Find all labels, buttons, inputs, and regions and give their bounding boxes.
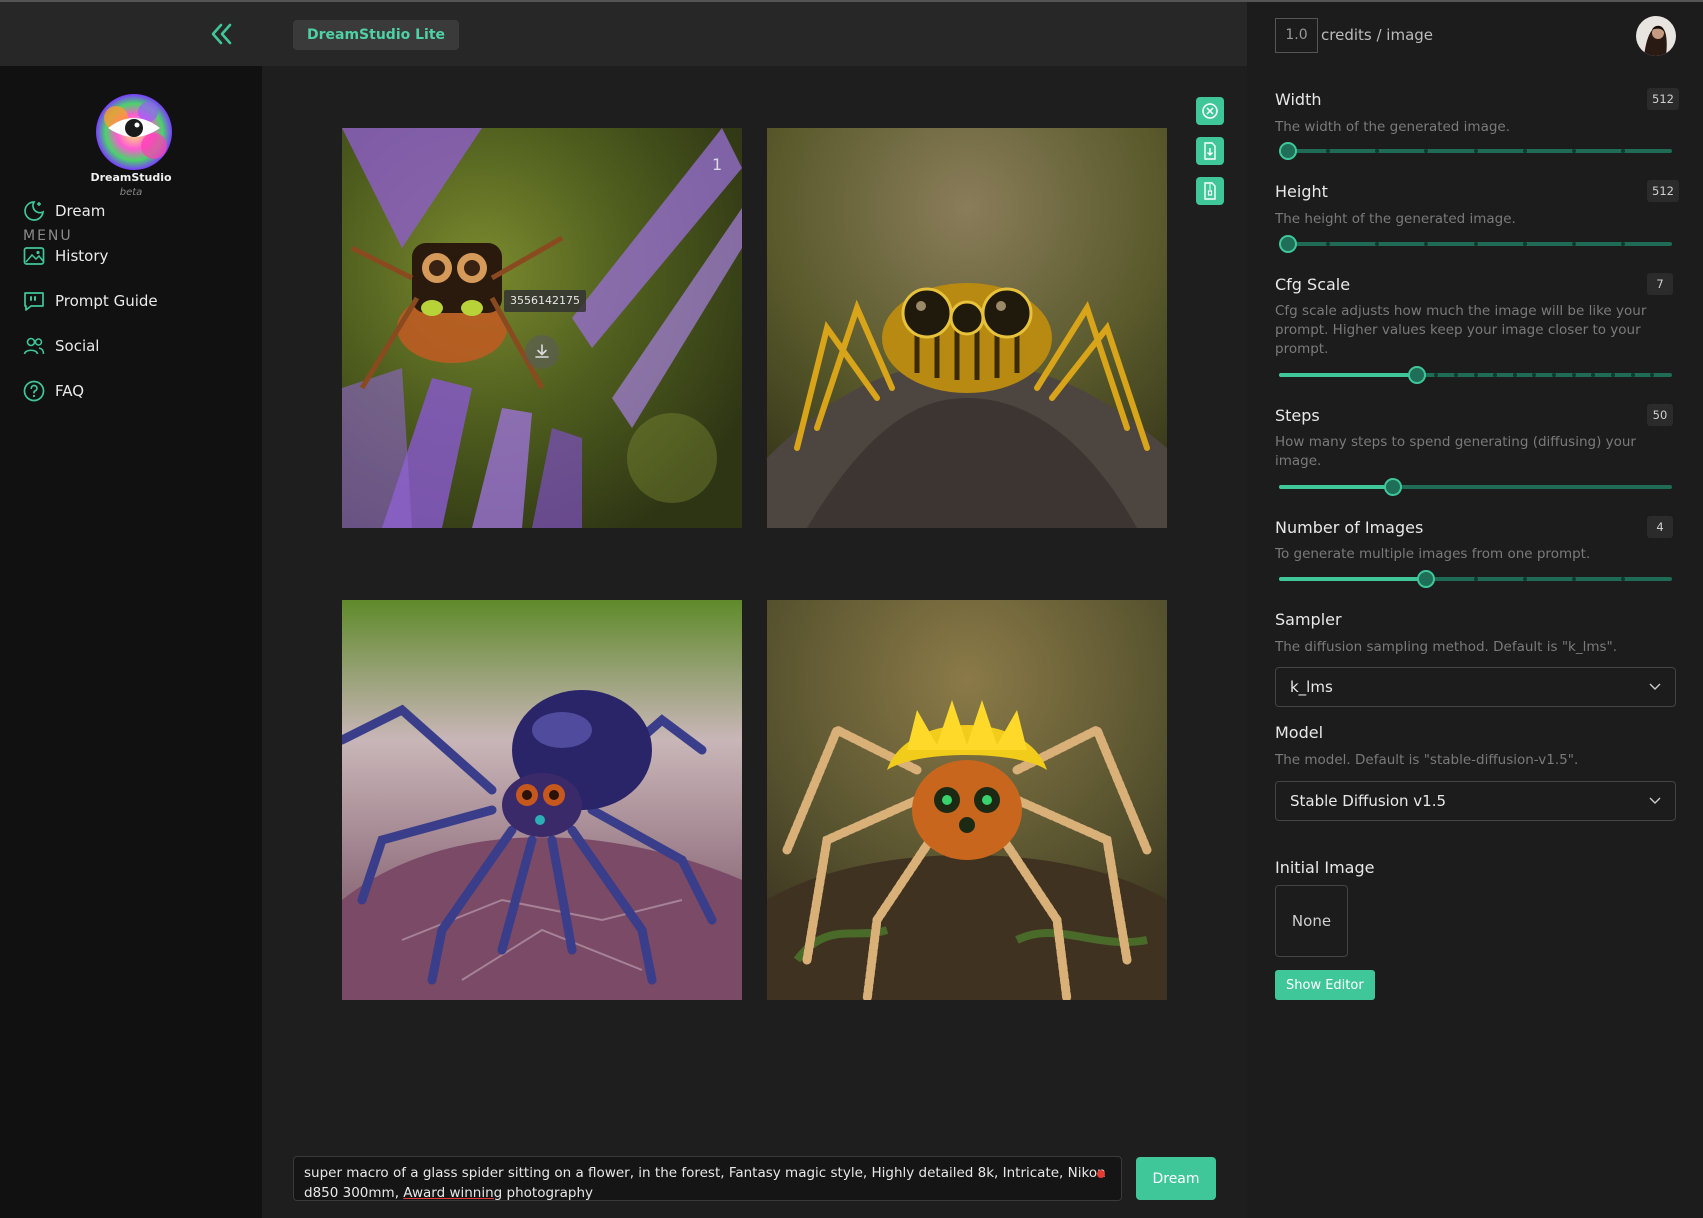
dream-button[interactable]: Dream: [1136, 1157, 1216, 1200]
width-slider[interactable]: [1279, 142, 1672, 160]
slider-tick: [1522, 242, 1527, 246]
prompt-input[interactable]: super macro of a glass spider sitting on…: [293, 1156, 1122, 1201]
cfg-scale-label: Cfg Scale: [1275, 275, 1351, 294]
svg-text:1: 1: [712, 155, 722, 174]
sidebar: DreamStudio beta MENU Dream History Prom…: [0, 66, 262, 1218]
height-value: 512: [1647, 180, 1679, 202]
sidebar-item-social[interactable]: Social: [22, 331, 99, 361]
slider-tick: [1630, 373, 1635, 377]
sidebar-item-label: Prompt Guide: [55, 292, 158, 310]
moon-stars-icon: [24, 201, 45, 221]
slider-tick: [1571, 149, 1576, 153]
image-gallery-icon: [23, 247, 45, 265]
zip-file-icon[interactable]: [1196, 177, 1224, 205]
generated-image-2[interactable]: [767, 128, 1167, 528]
generated-image-4[interactable]: [767, 600, 1167, 1000]
sidebar-item-dream[interactable]: Dream: [22, 196, 105, 226]
quote-bubble-icon: [24, 292, 44, 311]
sidebar-item-label: History: [55, 247, 109, 265]
sampler-select[interactable]: k_lms: [1275, 667, 1676, 707]
steps-label: Steps: [1275, 406, 1320, 425]
steps-value: 50: [1647, 404, 1673, 426]
slider-tick: [1571, 373, 1576, 377]
slider-tick: [1571, 242, 1576, 246]
initial-image-dropzone[interactable]: None: [1275, 885, 1348, 957]
number-of-images-value: 4: [1647, 516, 1673, 538]
model-selected-value: Stable Diffusion v1.5: [1290, 792, 1447, 810]
download-file-icon[interactable]: [1196, 137, 1224, 165]
height-slider[interactable]: [1279, 235, 1672, 253]
slider-thumb[interactable]: [1383, 478, 1402, 496]
model-select[interactable]: Stable Diffusion v1.5: [1275, 781, 1676, 821]
slider-thumb[interactable]: [1279, 235, 1297, 253]
number-of-images-description: To generate multiple images from one pro…: [1275, 546, 1591, 562]
steps-description: How many steps to spend generating (diff…: [1275, 434, 1636, 469]
seed-tooltip: 3556142175: [504, 290, 586, 312]
collapse-sidebar-icon[interactable]: [208, 22, 236, 46]
slider-tick: [1473, 242, 1478, 246]
chevron-down-icon: [1649, 797, 1661, 804]
sidebar-item-label: Social: [55, 337, 100, 355]
width-description: The width of the generated image.: [1275, 119, 1511, 135]
credits-label: credits / image: [1321, 26, 1434, 44]
steps-slider[interactable]: [1279, 478, 1672, 496]
slider-tick: [1473, 373, 1478, 377]
cfg-scale-description: Cfg scale adjusts how much the image wil…: [1275, 303, 1647, 357]
model-description: The model. Default is "stable-diffusion-…: [1275, 752, 1579, 768]
sampler-label: Sampler: [1275, 610, 1342, 629]
slider-tick: [1620, 149, 1625, 153]
model-label: Model: [1275, 723, 1324, 742]
slider-fill: [1279, 485, 1393, 489]
sidebar-item-label: Dream: [55, 202, 106, 220]
slider-tick: [1522, 577, 1527, 581]
number-of-images-label: Number of Images: [1275, 518, 1424, 537]
slider-tick: [1620, 242, 1625, 246]
cfg-scale-slider[interactable]: [1279, 366, 1672, 384]
chevron-down-icon: [1649, 683, 1661, 690]
slider-tick: [1571, 577, 1576, 581]
slider-thumb[interactable]: [1279, 142, 1297, 160]
slider-tick: [1620, 577, 1625, 581]
generated-image-3[interactable]: [342, 600, 742, 1000]
slider-fill: [1279, 373, 1417, 377]
prompt-text-spellcheck: Award winning: [403, 1185, 503, 1201]
slider-tick: [1473, 577, 1478, 581]
avatar[interactable]: [1636, 16, 1676, 56]
show-editor-button[interactable]: Show Editor: [1275, 970, 1375, 1000]
slider-fill: [1279, 577, 1427, 581]
number-of-images-slider[interactable]: [1279, 570, 1672, 588]
dreamstudio-app: DreamStudio Lite DreamStudio beta MENU D…: [0, 0, 1703, 1218]
initial-image-label: Initial Image: [1275, 858, 1375, 877]
slider-thumb[interactable]: [1407, 366, 1426, 384]
dreamstudio-lite-badge[interactable]: DreamStudio Lite: [293, 20, 460, 50]
brand-name: DreamStudio: [90, 171, 172, 184]
width-label: Width: [1275, 90, 1322, 109]
users-icon: [23, 337, 45, 355]
height-label: Height: [1275, 182, 1328, 201]
sampler-description: The diffusion sampling method. Default i…: [1275, 639, 1618, 655]
sidebar-item-history[interactable]: History: [22, 241, 108, 271]
sidebar-item-faq[interactable]: FAQ: [22, 376, 84, 406]
height-description: The height of the generated image.: [1275, 211, 1516, 227]
slider-tick: [1473, 149, 1478, 153]
width-value: 512: [1647, 88, 1679, 110]
sampler-selected-value: k_lms: [1290, 678, 1333, 696]
grammar-indicator-icon[interactable]: [1097, 1170, 1105, 1178]
slider-tick: [1522, 149, 1527, 153]
sidebar-item-prompt-guide[interactable]: Prompt Guide: [22, 286, 158, 316]
dreamstudio-logo: [86, 88, 182, 184]
sidebar-item-label: FAQ: [55, 382, 85, 400]
slider-thumb[interactable]: [1417, 570, 1436, 588]
top-header: [0, 2, 1247, 66]
slider-tick: [1453, 373, 1458, 377]
cfg-scale-value: 7: [1647, 273, 1673, 295]
question-circle-icon: [23, 380, 45, 402]
generated-image-1[interactable]: 1: [342, 128, 742, 528]
prompt-text-end: photography: [502, 1185, 593, 1201]
credits-value: 1.0: [1275, 18, 1318, 53]
cancel-circle-icon[interactable]: [1196, 97, 1224, 125]
image-download-icon[interactable]: [525, 335, 559, 369]
slider-tick: [1512, 373, 1517, 377]
